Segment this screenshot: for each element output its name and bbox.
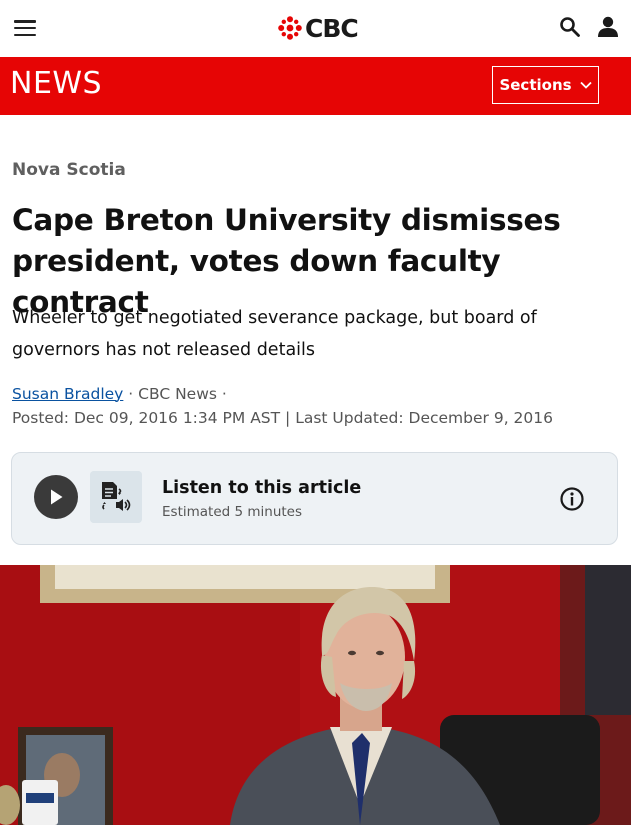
author-link[interactable]: Susan Bradley — [12, 385, 123, 403]
byline: Susan Bradley · CBC News · — [12, 385, 227, 403]
user-icon[interactable] — [597, 15, 619, 39]
cbc-logo[interactable]: CBC — [278, 13, 359, 43]
article-category[interactable]: Nova Scotia — [12, 160, 126, 180]
listen-duration: Estimated 5 minutes — [162, 504, 303, 520]
byline-source: · CBC News · — [123, 385, 227, 403]
listen-to-article-card: Listen to this article Estimated 5 minut… — [11, 452, 618, 545]
article-lead-photo — [0, 565, 631, 825]
article-dateline: Posted: Dec 09, 2016 1:34 PM AST | Last … — [12, 409, 553, 427]
play-triangle-icon — [51, 489, 63, 505]
article-deck: Wheeler to get negotiated severance pack… — [12, 308, 537, 360]
news-section-label[interactable]: NEWS — [10, 66, 102, 101]
chevron-down-icon — [579, 81, 592, 89]
info-icon[interactable] — [559, 486, 585, 512]
cbc-logo-text: CBC — [305, 13, 359, 43]
play-icon[interactable] — [34, 475, 78, 519]
top-bar: CBC — [0, 0, 631, 57]
text-to-speech-icon — [90, 471, 142, 523]
hamburger-menu-icon[interactable] — [14, 20, 36, 37]
sections-button[interactable]: Sections — [492, 66, 599, 104]
search-icon[interactable] — [559, 16, 581, 38]
listen-title[interactable]: Listen to this article — [162, 478, 361, 498]
cbc-gem-icon — [278, 16, 302, 40]
news-bar: NEWS Sections — [0, 57, 631, 115]
sections-button-label: Sections — [499, 76, 572, 94]
